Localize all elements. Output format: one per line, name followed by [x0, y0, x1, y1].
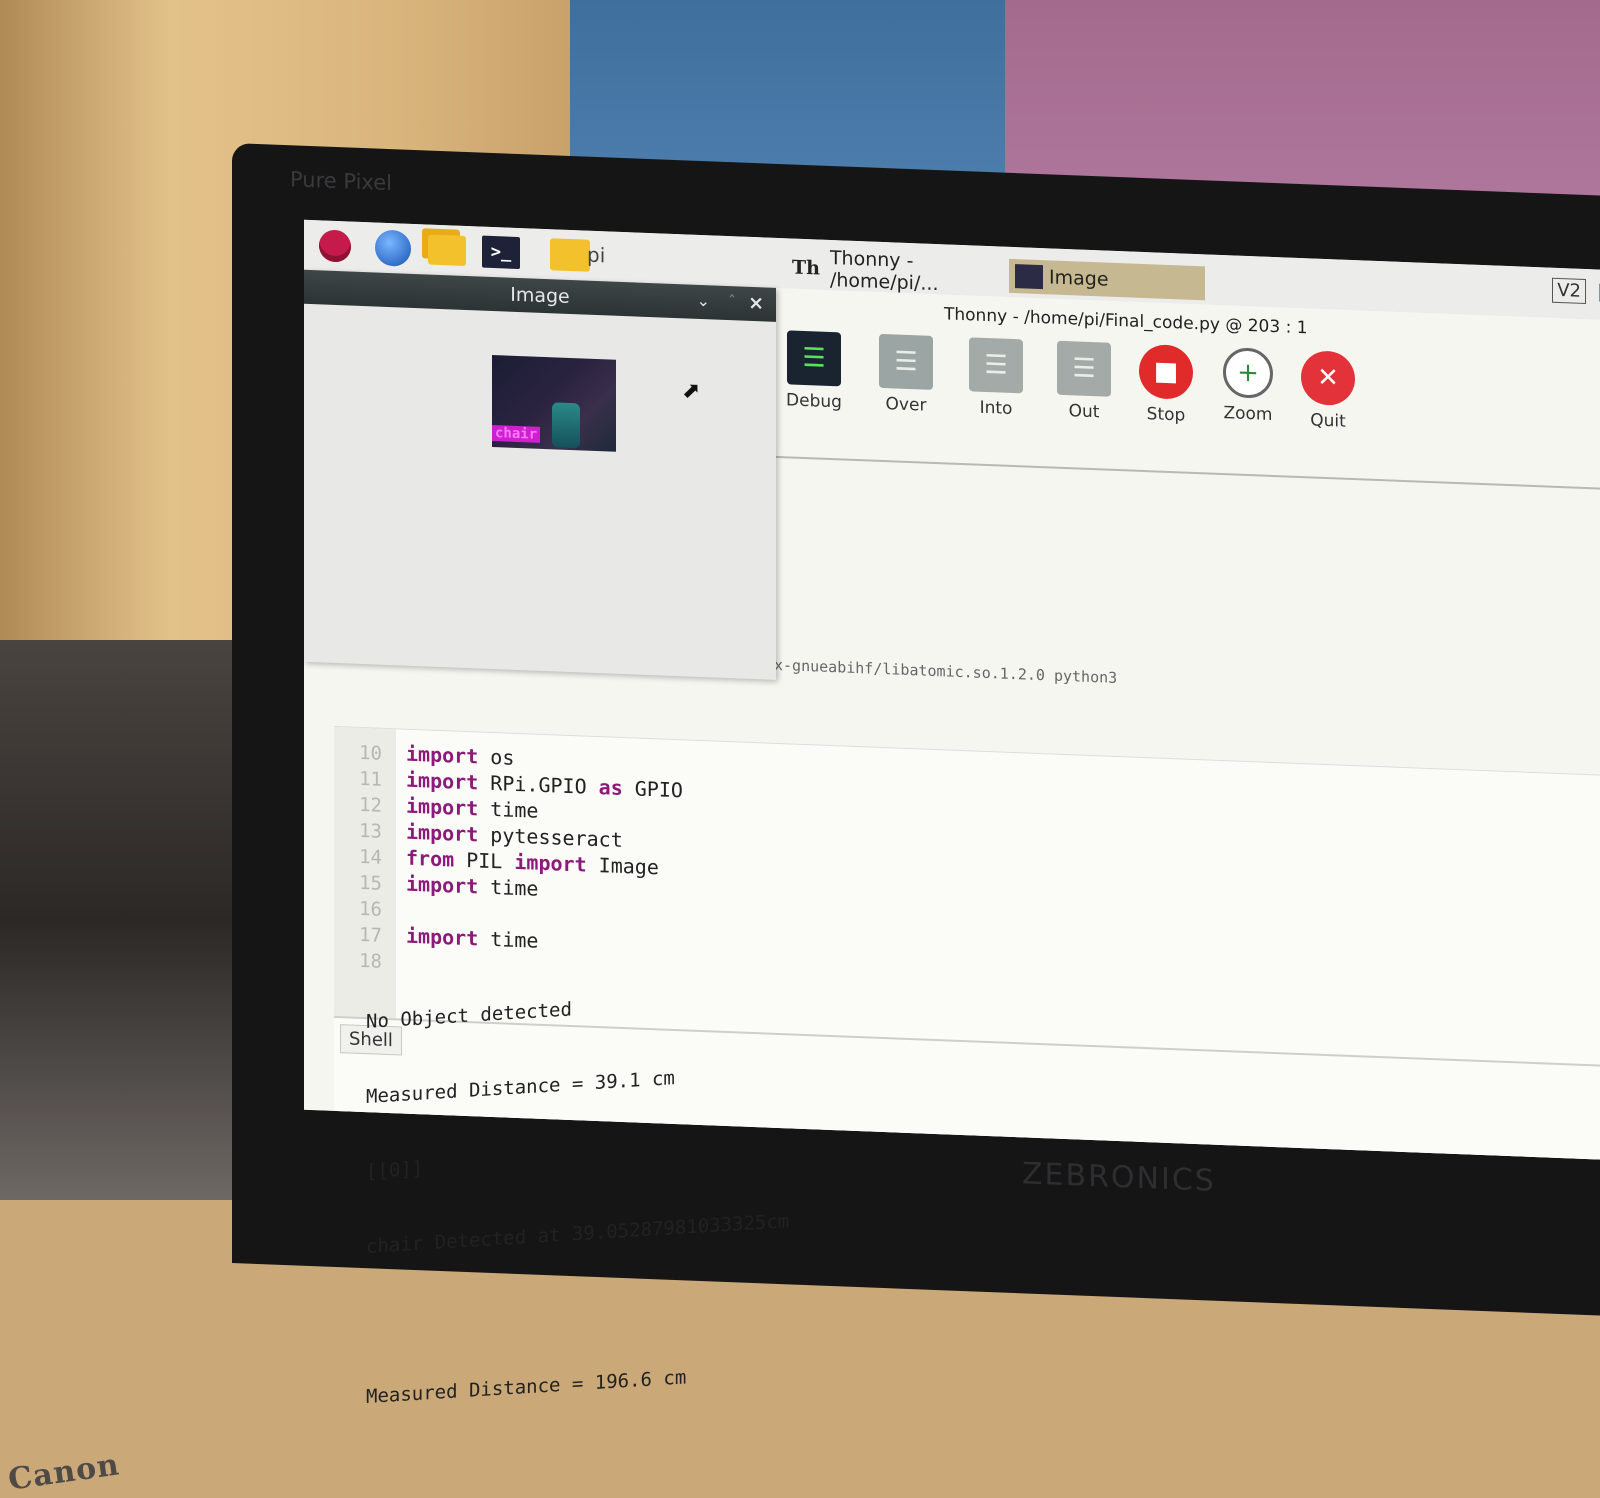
step-over-button[interactable]: ☰ Over: [866, 333, 946, 416]
file-manager-icon[interactable]: [428, 232, 466, 269]
code-line: import time: [406, 923, 539, 953]
debug-button[interactable]: ☰ Debug: [774, 330, 854, 413]
printer-brand: Canon: [6, 1447, 122, 1498]
mouse-cursor-icon: ⬈: [682, 378, 701, 404]
shell-output: No Object detected Measured Distance = 3…: [366, 934, 789, 1435]
thonny-app-icon: Th: [792, 256, 820, 280]
line-number: 13: [359, 819, 382, 843]
bluetooth-icon[interactable]: ᛒ: [1596, 280, 1600, 304]
step-over-icon: ☰: [879, 333, 933, 390]
shell-line: No Object detected: [366, 998, 572, 1033]
tool-label: Zoom: [1223, 403, 1273, 425]
debug-icon: ☰: [787, 330, 841, 387]
stop-icon: ■: [1139, 343, 1193, 400]
editor-partial-line: x-gnueabihf/libatomic.so.1.2.0 python3: [774, 655, 1118, 688]
pi-folder-label[interactable]: pi: [587, 243, 605, 268]
terminal-icon[interactable]: >_: [482, 234, 520, 271]
raspberry-menu-icon[interactable]: [316, 227, 354, 264]
shell-line: chair Detected at 39.05287981033325cm: [366, 1210, 790, 1258]
step-into-icon: ☰: [969, 337, 1023, 394]
taskbar-task-image[interactable]: Image: [1009, 258, 1205, 301]
line-number: 17: [359, 923, 382, 947]
window-title: Thonny - /home/pi/Final_code.py @ 203 : …: [944, 304, 1308, 339]
close-icon[interactable]: ×: [748, 292, 764, 315]
vnc-icon[interactable]: V2: [1552, 277, 1586, 305]
line-number: 12: [359, 793, 382, 817]
code-line: import time: [406, 793, 539, 823]
toolbar-divider: [774, 455, 1600, 491]
minimize-icon[interactable]: ⌄: [697, 291, 710, 311]
zoom-icon: +: [1223, 347, 1273, 399]
shell-line: Measured Distance = 39.1 cm: [366, 1067, 675, 1108]
zoom-button[interactable]: + Zoom: [1208, 346, 1288, 425]
tool-label: Stop: [1146, 404, 1186, 426]
line-number: 11: [359, 767, 382, 791]
step-out-icon: ☰: [1057, 340, 1111, 397]
quit-icon: ✕: [1301, 350, 1355, 407]
line-number: 14: [359, 845, 382, 869]
maximize-icon[interactable]: ˆ: [728, 292, 736, 311]
browser-globe-icon[interactable]: [374, 229, 412, 267]
image-window[interactable]: Image ⌄ ˆ × chair ⬈: [304, 269, 776, 680]
monitor-bottom-brand: ZEBRONICS: [1022, 1156, 1216, 1199]
line-number: 16: [359, 897, 382, 921]
quit-button[interactable]: ✕ Quit: [1288, 350, 1368, 433]
image-window-icon: [1015, 264, 1043, 290]
tool-label: Into: [979, 397, 1013, 419]
camera-frame: chair: [492, 354, 616, 452]
shell-line: Measured Distance = 196.6 cm: [366, 1366, 687, 1408]
line-number: 15: [359, 871, 382, 895]
tool-label: Debug: [786, 390, 842, 413]
stop-button[interactable]: ■ Stop: [1126, 343, 1206, 426]
monitor-brand: Pure Pixel: [290, 167, 392, 196]
taskbar-task-thonny[interactable]: Th Thonny - /home/pi/...: [792, 247, 1007, 295]
step-out-button[interactable]: ☰ Out: [1044, 340, 1124, 423]
code-line: import os: [406, 741, 515, 770]
shell-line: [[0]]: [366, 1157, 424, 1183]
tool-label: Out: [1068, 401, 1100, 423]
tool-label: Quit: [1310, 410, 1346, 432]
code-line: import time: [406, 871, 539, 901]
detection-label: chair: [492, 424, 541, 443]
system-tray: V2 ᛒ: [1552, 277, 1600, 305]
tool-label: Over: [885, 394, 927, 416]
detected-object: [552, 402, 580, 449]
taskbar-task-label: Image: [1049, 266, 1109, 291]
step-into-button[interactable]: ☰ Into: [956, 337, 1036, 420]
line-number: 10: [359, 741, 382, 765]
